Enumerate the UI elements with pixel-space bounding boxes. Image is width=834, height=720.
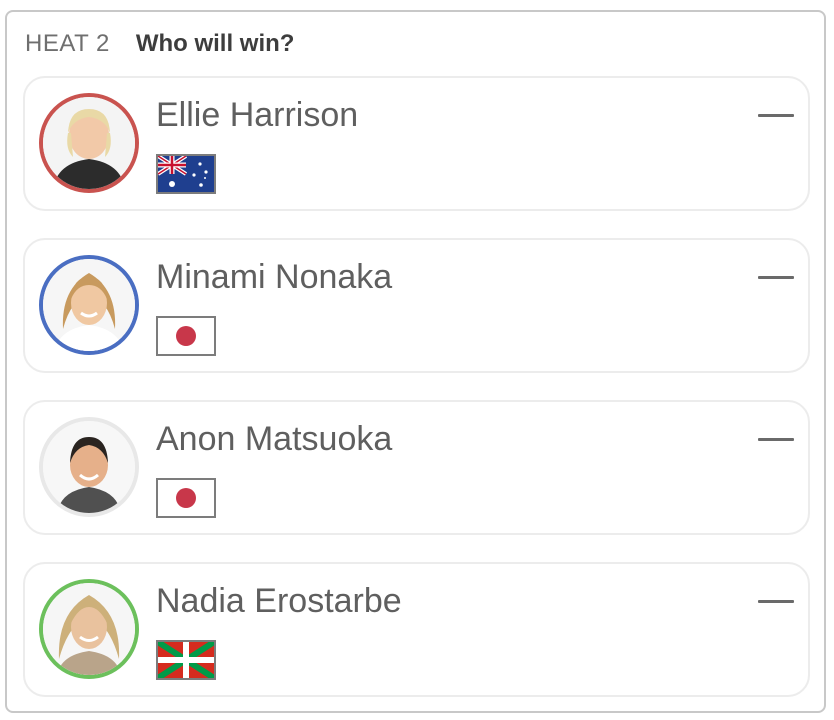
odds-placeholder-dash bbox=[758, 276, 794, 279]
surfer-card-anon-matsuoka[interactable]: Anon Matsuoka bbox=[23, 400, 810, 535]
surfer-name: Anon Matsuoka bbox=[156, 420, 393, 458]
surfer-card-nadia-erostarbe[interactable]: Nadia Erostarbe bbox=[23, 562, 810, 697]
heat-header: HEAT 2 Who will win? bbox=[25, 30, 294, 58]
japan-flag-icon bbox=[156, 316, 216, 356]
odds-placeholder-dash bbox=[758, 114, 794, 117]
heat-panel: HEAT 2 Who will win? Ellie Harrison Mina… bbox=[5, 10, 826, 713]
surfer-name: Ellie Harrison bbox=[156, 96, 359, 134]
avatar bbox=[39, 417, 139, 517]
odds-placeholder-dash bbox=[758, 600, 794, 603]
question-title: Who will win? bbox=[135, 30, 295, 57]
avatar bbox=[39, 255, 139, 355]
surfer-card-ellie-harrison[interactable]: Ellie Harrison bbox=[23, 76, 810, 211]
surfer-card-minami-nonaka[interactable]: Minami Nonaka bbox=[23, 238, 810, 373]
avatar bbox=[39, 93, 139, 193]
australia-flag-icon bbox=[156, 154, 216, 194]
avatar bbox=[39, 579, 139, 679]
heat-label: HEAT 2 bbox=[25, 30, 110, 57]
odds-placeholder-dash bbox=[758, 438, 794, 441]
japan-flag-icon bbox=[156, 478, 216, 518]
basque-flag-icon bbox=[156, 640, 216, 680]
surfer-name: Minami Nonaka bbox=[156, 258, 393, 296]
surfer-name: Nadia Erostarbe bbox=[156, 582, 402, 620]
